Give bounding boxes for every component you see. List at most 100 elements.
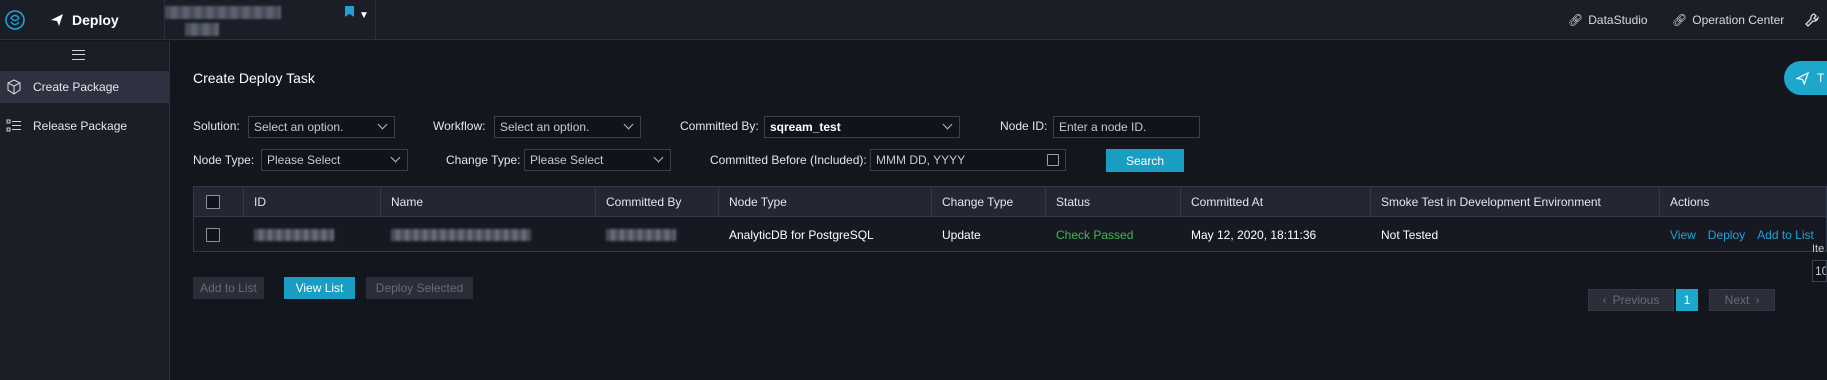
menu-toggle-icon[interactable] [72, 50, 85, 60]
list-icon [6, 119, 21, 132]
add-to-list-button[interactable]: Add to List [193, 277, 264, 299]
next-page-button[interactable]: Next › [1709, 289, 1775, 311]
solution-label: Solution: [193, 119, 240, 133]
top-bar: Deploy ▼ 🔗︎ DataStudio 🔗︎ Operation Cent… [0, 0, 1827, 40]
logo-icon[interactable] [4, 9, 26, 31]
items-per-page-label: Ite [1812, 243, 1825, 255]
workflow-select[interactable]: Select an option. [494, 116, 641, 138]
link-icon: 🔗︎ [1568, 13, 1584, 27]
chevron-down-icon [377, 119, 388, 130]
view-link[interactable]: View [1670, 228, 1696, 242]
workflow-label: Workflow: [433, 119, 486, 133]
change-type-select[interactable]: Please Select [524, 149, 671, 171]
cell-actions: View Deploy Add to List [1660, 218, 1827, 251]
node-id-label: Node ID: [1000, 119, 1048, 133]
node-id-input[interactable]: Enter a node ID. [1053, 116, 1200, 138]
view-list-button[interactable]: View List [284, 277, 355, 299]
link-icon: 🔗︎ [1672, 13, 1688, 27]
sidebar-item-label: Create Package [33, 80, 120, 94]
row-checkbox[interactable] [206, 227, 220, 242]
node-type-select[interactable]: Please Select [261, 149, 408, 171]
chevron-down-icon [623, 119, 634, 130]
sidebar-item-label: Release Package [33, 119, 128, 133]
header-id: ID [244, 187, 381, 216]
committed-before-placeholder: MMM DD, YYYY [876, 153, 966, 167]
cell-committed-at: May 12, 2020, 18:11:36 [1191, 227, 1317, 242]
committed-before-label: Committed Before (Included): [710, 153, 867, 167]
main-content: Create Deploy Task T Solution: Select an… [171, 41, 1827, 380]
app-title-label: Deploy [72, 12, 119, 28]
next-label: Next [1724, 293, 1750, 307]
change-type-placeholder: Please Select [530, 153, 604, 167]
page-title: Create Deploy Task [193, 70, 315, 86]
datastudio-link[interactable]: 🔗︎ DataStudio [1568, 0, 1648, 40]
node-type-label: Node Type: [193, 153, 255, 167]
committed-before-datepicker[interactable]: MMM DD, YYYY [870, 149, 1066, 171]
select-all-checkbox[interactable] [206, 194, 220, 209]
items-per-page-select[interactable]: 10 [1812, 260, 1827, 282]
sidebar-item-release-package[interactable]: Release Package [0, 110, 170, 142]
sidebar-item-create-package[interactable]: Create Package [0, 71, 170, 103]
previous-label: Previous [1612, 293, 1660, 307]
chevron-down-icon [390, 152, 401, 163]
deploy-selected-button[interactable]: Deploy Selected [366, 277, 473, 299]
floating-deploy-button[interactable]: T [1784, 61, 1827, 95]
paper-plane-icon [1796, 71, 1809, 85]
datastudio-link-label: DataStudio [1588, 13, 1648, 27]
cell-smoke-test: Not Tested [1381, 227, 1439, 242]
wrench-icon[interactable] [1804, 12, 1820, 28]
search-button[interactable]: Search [1106, 149, 1184, 172]
header-name: Name [381, 187, 596, 216]
workflow-placeholder: Select an option. [500, 120, 590, 134]
cell-status: Check Passed [1056, 227, 1134, 242]
cell-name [381, 218, 596, 251]
package-icon [7, 79, 21, 95]
previous-page-button[interactable]: ‹ Previous [1588, 289, 1674, 311]
paper-plane-icon [51, 14, 63, 26]
committed-by-select[interactable]: sqream_test [764, 116, 960, 138]
sidebar: Create Package Release Package [0, 41, 170, 380]
cell-change-type: Update [942, 227, 981, 242]
committer-redacted [606, 228, 676, 241]
header-smoke-test: Smoke Test in Development Environment [1371, 187, 1660, 216]
header-committed-by: Committed By [596, 187, 719, 216]
chevron-left-icon: ‹ [1602, 293, 1607, 307]
header-change-type: Change Type [932, 187, 1046, 216]
cell-committed-by [596, 218, 719, 251]
chevron-down-icon [653, 152, 664, 163]
page-1-button[interactable]: 1 [1676, 289, 1698, 311]
cell-node-type: AnalyticDB for PostgreSQL [729, 227, 874, 242]
name-redacted [391, 228, 531, 241]
solution-placeholder: Select an option. [254, 120, 344, 134]
table-header: ID Name Committed By Node Type Change Ty… [194, 187, 1826, 217]
calendar-icon[interactable] [1047, 154, 1059, 166]
row-select-cell [194, 218, 244, 251]
id-redacted [254, 228, 334, 241]
operation-center-link[interactable]: 🔗︎ Operation Center [1672, 0, 1784, 40]
solution-select[interactable]: Select an option. [248, 116, 395, 138]
chevron-down-icon[interactable]: ▼ [359, 10, 369, 21]
header-committed-at: Committed At [1181, 187, 1371, 216]
floating-button-label: T [1817, 71, 1825, 85]
committed-by-value: sqream_test [770, 120, 841, 134]
change-type-label: Change Type: [446, 153, 521, 167]
table-row: AnalyticDB for PostgreSQL Update Check P… [194, 218, 1826, 251]
committed-by-label: Committed By: [680, 119, 759, 133]
chevron-right-icon: › [1755, 293, 1760, 307]
project-name-redacted-2 [185, 23, 219, 36]
chevron-down-icon [942, 119, 953, 130]
deploy-link[interactable]: Deploy [1708, 228, 1745, 242]
project-name-redacted [165, 6, 281, 19]
operation-center-link-label: Operation Center [1692, 13, 1785, 27]
bookmark-icon[interactable] [345, 6, 354, 17]
cell-id [244, 218, 381, 251]
add-to-list-link[interactable]: Add to List [1757, 228, 1814, 242]
header-node-type: Node Type [719, 187, 932, 216]
node-type-placeholder: Please Select [267, 153, 341, 167]
deploy-task-table: ID Name Committed By Node Type Change Ty… [193, 186, 1827, 252]
node-id-placeholder: Enter a node ID. [1059, 120, 1147, 134]
select-all-cell [194, 187, 244, 216]
project-selector[interactable]: ▼ [164, 0, 376, 40]
header-status: Status [1046, 187, 1181, 216]
app-title[interactable]: Deploy [50, 0, 119, 40]
